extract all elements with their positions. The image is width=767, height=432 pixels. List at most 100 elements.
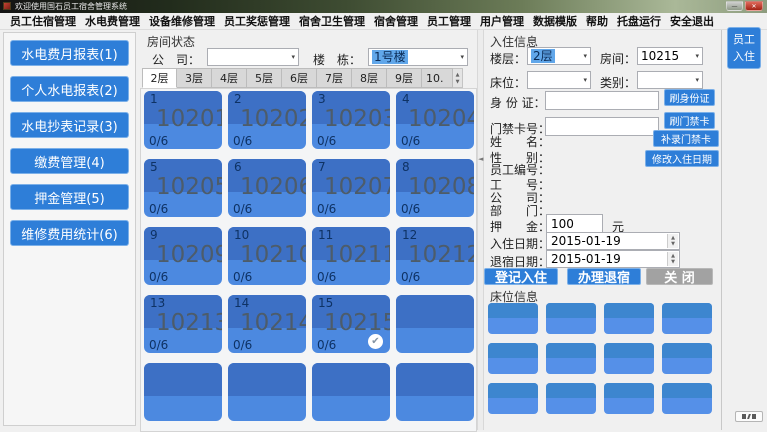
menu-item-2[interactable]: 水电费管理 — [85, 13, 140, 29]
deposit-input[interactable]: 100 — [546, 214, 603, 233]
room-card-10213[interactable]: 13102130/6 — [144, 295, 222, 353]
bed-card-6[interactable] — [546, 343, 596, 374]
room-select[interactable]: 10215 ▾ — [637, 47, 703, 65]
process-checkout-button[interactable]: 办理退宿 — [567, 268, 641, 285]
room-card-10211[interactable]: 11102110/6 — [312, 227, 390, 285]
checkin-date-input[interactable]: 2015-01-19 ▲▼ — [546, 232, 680, 250]
checkin-date-label: 入住日期： — [490, 235, 550, 252]
room-card-10210[interactable]: 10102100/6 — [228, 227, 306, 285]
room-card-empty[interactable] — [396, 363, 474, 421]
room-number: 10209 — [144, 242, 222, 268]
bed-card-10[interactable] — [546, 383, 596, 414]
sidebar-button-1[interactable]: 水电费月报表(1) — [10, 40, 129, 66]
bed-card-11[interactable] — [604, 383, 654, 414]
register-checkin-button[interactable]: 登记入住 — [484, 268, 558, 285]
room-index: 8 — [402, 160, 410, 174]
floor-tab-2层[interactable]: 2层 — [142, 68, 177, 88]
floor-tab-10.[interactable]: 10. — [422, 68, 453, 88]
bed-card-3[interactable] — [604, 303, 654, 334]
category-select[interactable]: ▾ — [637, 71, 703, 89]
room-card-empty[interactable] — [144, 363, 222, 421]
menu-item-11[interactable]: 托盘运行 — [617, 13, 661, 29]
room-card-10215[interactable]: 15102150/6✔ — [312, 295, 390, 353]
name-label: 姓 名： — [490, 133, 550, 150]
building-select[interactable]: 1号楼 ▾ — [368, 48, 468, 66]
close-button[interactable]: ✕ — [745, 1, 763, 11]
bed-card-12[interactable] — [662, 383, 712, 414]
floor-tab-6层[interactable]: 6层 — [282, 68, 317, 88]
menu-item-12[interactable]: 安全退出 — [670, 13, 714, 29]
room-card-10209[interactable]: 9102090/6 — [144, 227, 222, 285]
bed-card-1[interactable] — [488, 303, 538, 334]
reissue-access-button[interactable]: 补录门禁卡 — [653, 130, 719, 147]
bed-card-8[interactable] — [662, 343, 712, 374]
employee-checkin-button[interactable]: 员工入住 — [727, 27, 761, 69]
room-card-10207[interactable]: 7102070/6 — [312, 159, 390, 217]
room-card-10212[interactable]: 12102120/6 — [396, 227, 474, 285]
floor-tab-3层[interactable]: 3层 — [177, 68, 212, 88]
sidebar-button-5[interactable]: 押金管理(5) — [10, 184, 129, 210]
floor-tab-8层[interactable]: 8层 — [352, 68, 387, 88]
collapse-left-icon[interactable]: ◄ — [478, 155, 483, 163]
menu-item-8[interactable]: 用户管理 — [480, 13, 524, 29]
tab-scroll-up-icon[interactable]: ▲ — [456, 72, 460, 78]
menu-item-4[interactable]: 员工奖惩管理 — [224, 13, 290, 29]
sidebar-button-6[interactable]: 维修费用统计(6) — [10, 220, 129, 246]
room-card-10214[interactable]: 14102140/6 — [228, 295, 306, 353]
floor-tab-7层[interactable]: 7层 — [317, 68, 352, 88]
sidebar-button-4[interactable]: 缴费管理(4) — [10, 148, 129, 174]
bed-card-7[interactable] — [604, 343, 654, 374]
floor-tab-9层[interactable]: 9层 — [387, 68, 422, 88]
room-card-10206[interactable]: 6102060/6 — [228, 159, 306, 217]
room-label: 房间： — [600, 50, 636, 67]
dept-label: 部 门： — [490, 202, 550, 219]
room-card-empty[interactable] — [228, 363, 306, 421]
room-card-10202[interactable]: 2102020/6 — [228, 91, 306, 149]
menu-item-7[interactable]: 员工管理 — [427, 13, 471, 29]
app-icon — [3, 2, 11, 10]
modify-checkin-date-button[interactable]: 修改入住日期 — [645, 150, 719, 167]
room-occupancy: 0/6 — [149, 202, 168, 216]
room-card-10204[interactable]: 4102040/6 — [396, 91, 474, 149]
room-index: 4 — [402, 92, 410, 106]
floor-tab-4层[interactable]: 4层 — [212, 68, 247, 88]
date-spinner[interactable]: ▲▼ — [667, 252, 678, 266]
menu-item-5[interactable]: 宿舍卫生管理 — [299, 13, 365, 29]
menu-item-3[interactable]: 设备维修管理 — [149, 13, 215, 29]
scan-access-button[interactable]: 刷门禁卡 — [664, 112, 715, 129]
bed-select[interactable]: ▾ — [527, 71, 591, 89]
minimize-button[interactable]: — — [726, 1, 743, 11]
bed-card-5[interactable] — [488, 343, 538, 374]
bed-card-4[interactable] — [662, 303, 712, 334]
tab-scroll-control[interactable]: ▲▼ — [453, 68, 463, 88]
room-card-10203[interactable]: 3102030/6 — [312, 91, 390, 149]
floor-select[interactable]: 2层 ▾ — [527, 47, 591, 65]
bed-card-9[interactable] — [488, 383, 538, 414]
bed-card-2[interactable] — [546, 303, 596, 334]
company-select[interactable]: ▾ — [207, 48, 299, 66]
room-number: 10211 — [312, 242, 390, 268]
sidebar-button-3[interactable]: 水电抄表记录(3) — [10, 112, 129, 138]
room-card-10205[interactable]: 5102050/6 — [144, 159, 222, 217]
room-index: 14 — [234, 296, 249, 310]
floor-tab-5层[interactable]: 5层 — [247, 68, 282, 88]
access-card-input[interactable] — [545, 117, 659, 136]
id-card-input[interactable] — [545, 91, 659, 110]
tab-scroll-down-icon[interactable]: ▼ — [456, 79, 460, 85]
sidebar-button-2[interactable]: 个人水电报表(2) — [10, 76, 129, 102]
date-spinner[interactable]: ▲▼ — [667, 234, 678, 248]
room-card-empty[interactable] — [396, 295, 474, 353]
panel-splitter[interactable]: ◄ — [477, 30, 484, 430]
room-card-empty[interactable] — [312, 363, 390, 421]
menu-item-6[interactable]: 宿舍管理 — [374, 13, 418, 29]
ime-toolbar[interactable] — [735, 411, 763, 422]
menu-item-10[interactable]: 帮助 — [586, 13, 608, 29]
close-panel-button[interactable]: 关 闭 — [646, 268, 713, 285]
menu-item-1[interactable]: 员工住宿管理 — [10, 13, 76, 29]
room-card-10208[interactable]: 8102080/6 — [396, 159, 474, 217]
menu-item-9[interactable]: 数据模版 — [533, 13, 577, 29]
checkout-date-input[interactable]: 2015-01-19 ▲▼ — [546, 250, 680, 268]
room-occupancy: 0/6 — [233, 338, 252, 352]
scan-id-button[interactable]: 刷身份证 — [664, 89, 715, 106]
room-card-10201[interactable]: 1102010/6 — [144, 91, 222, 149]
